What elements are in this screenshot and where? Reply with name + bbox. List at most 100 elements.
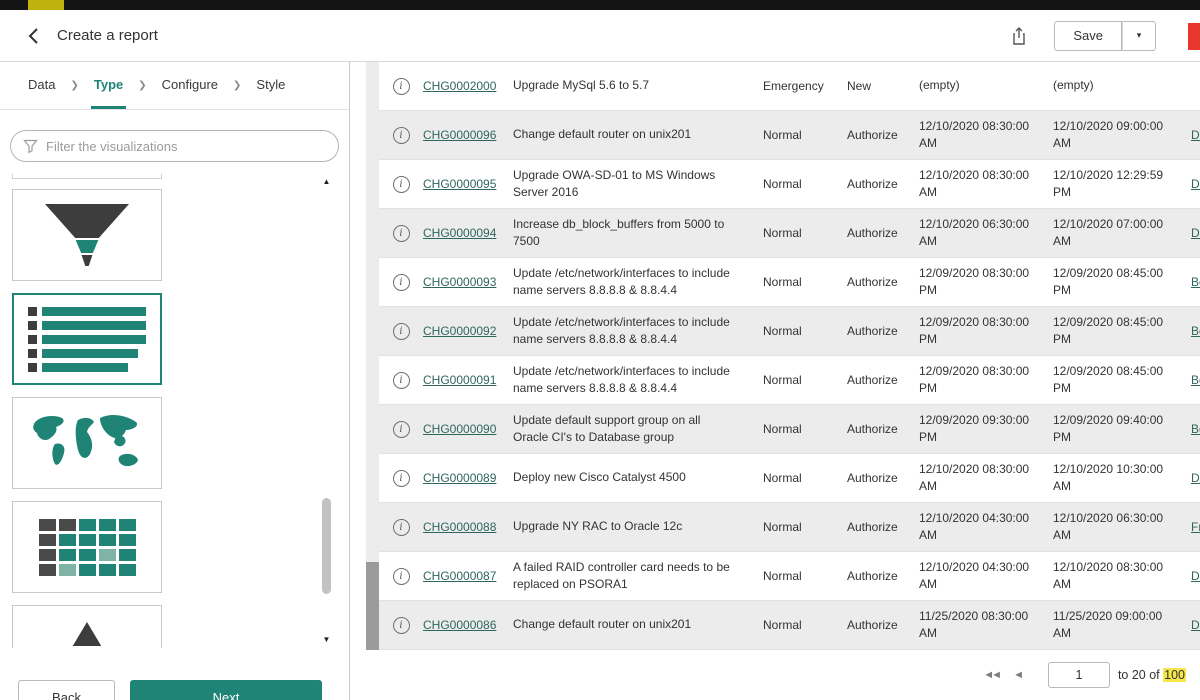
step-style[interactable]: Style — [253, 62, 288, 109]
priority-value: Normal — [749, 275, 835, 289]
assigned-to-link[interactable]: Dav — [1183, 177, 1200, 191]
info-cell: i — [379, 274, 423, 291]
change-number-link[interactable]: CHG0000092 — [423, 324, 513, 338]
info-icon[interactable]: i — [393, 274, 410, 291]
priority-value: Emergency — [749, 79, 835, 93]
assigned-to-link[interactable]: Dav — [1183, 226, 1200, 240]
info-icon[interactable]: i — [393, 470, 410, 487]
info-icon[interactable]: i — [393, 323, 410, 340]
window-accent-bar — [28, 0, 64, 10]
assigned-to-link[interactable]: Fre — [1183, 520, 1200, 534]
priority-value: Normal — [749, 226, 835, 240]
info-icon[interactable]: i — [393, 519, 410, 536]
viz-world-map-thumbnail[interactable] — [12, 397, 162, 489]
planned-start-date: 12/09/2020 08:30:00 PM — [915, 265, 1049, 300]
change-number-link[interactable]: CHG0000093 — [423, 275, 513, 289]
assigned-to-link[interactable]: Dav — [1183, 618, 1200, 632]
change-number-link[interactable]: CHG0000087 — [423, 569, 513, 583]
info-icon[interactable]: i — [393, 568, 410, 585]
assigned-to-link[interactable]: Dav — [1183, 128, 1200, 142]
back-button[interactable] — [22, 23, 45, 49]
viz-pyramid-thumbnail[interactable] — [12, 605, 162, 648]
change-number-link[interactable]: CHG0000095 — [423, 177, 513, 191]
page-number-input[interactable] — [1048, 662, 1110, 688]
short-description: A failed RAID controller card needs to b… — [513, 559, 749, 594]
save-split-button: Save ▾ — [1054, 21, 1156, 51]
change-number-link[interactable]: CHG0000090 — [423, 422, 513, 436]
step-configure[interactable]: Configure — [159, 62, 221, 109]
info-icon[interactable]: i — [393, 225, 410, 242]
info-cell: i — [379, 617, 423, 634]
state-value: Authorize — [835, 324, 915, 338]
assigned-to-link[interactable]: Bow — [1183, 324, 1200, 338]
info-cell: i — [379, 225, 423, 242]
step-type[interactable]: Type — [91, 62, 126, 109]
change-number-link[interactable]: CHG0000094 — [423, 226, 513, 240]
main-area: Data ❯ Type ❯ Configure ❯ Style — [0, 62, 1200, 700]
share-button[interactable] — [1010, 26, 1028, 46]
table-scrollbar-thumb[interactable] — [366, 562, 379, 650]
app-header: Create a report Save ▾ — [0, 10, 1200, 62]
visualization-thumbnail-partial — [12, 174, 162, 179]
scroll-down-icon[interactable]: ▼ — [320, 634, 333, 646]
info-icon[interactable]: i — [393, 176, 410, 193]
planned-end-date: 11/25/2020 09:00:00 AM — [1049, 608, 1183, 643]
planned-start-date: 12/09/2020 08:30:00 PM — [915, 314, 1049, 349]
viz-funnel-thumbnail[interactable] — [12, 189, 162, 281]
change-number-link[interactable]: CHG0000096 — [423, 128, 513, 142]
short-description: Deploy new Cisco Catalyst 4500 — [513, 469, 749, 486]
assigned-to-link[interactable]: Bow — [1183, 275, 1200, 289]
planned-end-date: (empty) — [1049, 77, 1183, 94]
state-value: Authorize — [835, 569, 915, 583]
back-step-button[interactable]: Back — [18, 680, 115, 700]
priority-value: Normal — [749, 471, 835, 485]
info-icon[interactable]: i — [393, 421, 410, 438]
change-number-link[interactable]: CHG0000089 — [423, 471, 513, 485]
scroll-up-icon[interactable]: ▲ — [320, 176, 333, 188]
pagination-bar: ◄◄ ◄ to 20 of 100 — [350, 650, 1200, 700]
change-number-link[interactable]: CHG0000086 — [423, 618, 513, 632]
assigned-to-link[interactable]: Dav — [1183, 569, 1200, 583]
assigned-to-link[interactable]: Bow — [1183, 373, 1200, 387]
short-description: Update default support group on all Orac… — [513, 412, 749, 447]
info-icon[interactable]: i — [393, 78, 410, 95]
change-number-link[interactable]: CHG0002000 — [423, 79, 513, 93]
planned-end-date: 12/10/2020 09:00:00 AM — [1049, 118, 1183, 153]
pyramid-chart-icon — [45, 622, 129, 648]
info-icon[interactable]: i — [393, 617, 410, 634]
viz-horizontal-bar-thumbnail[interactable] — [12, 293, 162, 385]
info-icon[interactable]: i — [393, 372, 410, 389]
planned-end-date: 12/09/2020 08:45:00 PM — [1049, 265, 1183, 300]
short-description: Change default router on unix201 — [513, 126, 749, 143]
step-separator-icon: ❯ — [58, 62, 90, 109]
short-description: Upgrade NY RAC to Oracle 12c — [513, 518, 749, 535]
heatmap-grid-icon — [39, 519, 136, 576]
info-icon[interactable]: i — [393, 127, 410, 144]
step-separator-icon: ❯ — [126, 62, 158, 109]
table-row: i CHG0000091 Update /etc/network/interfa… — [379, 356, 1200, 405]
assigned-to-link[interactable]: Bow — [1183, 422, 1200, 436]
state-value: New — [835, 79, 915, 93]
pagination-total: 100 — [1163, 668, 1186, 682]
assigned-to-link[interactable]: Dav — [1183, 471, 1200, 485]
table-row: i CHG0000093 Update /etc/network/interfa… — [379, 258, 1200, 307]
wizard-steps: Data ❯ Type ❯ Configure ❯ Style — [0, 62, 349, 110]
previous-page-icon[interactable]: ◄ — [1009, 667, 1028, 683]
save-menu-button[interactable]: ▾ — [1122, 21, 1156, 51]
table-row: i CHG0000086 Change default router on un… — [379, 601, 1200, 650]
visualization-list: ▲ ▼ — [0, 174, 349, 648]
viz-heatmap-thumbnail[interactable] — [12, 501, 162, 593]
step-data[interactable]: Data — [25, 62, 58, 109]
change-number-link[interactable]: CHG0000088 — [423, 520, 513, 534]
visualization-filter-input[interactable] — [46, 139, 326, 154]
visualization-list-scrollbar: ▲ ▼ — [320, 176, 333, 646]
scrollbar-thumb[interactable] — [322, 498, 331, 594]
first-page-icon[interactable]: ◄◄ — [979, 667, 1003, 683]
change-number-link[interactable]: CHG0000091 — [423, 373, 513, 387]
next-step-button[interactable]: Next — [130, 680, 322, 700]
state-value: Authorize — [835, 275, 915, 289]
change-list: i CHG0002000 Upgrade MySql 5.6 to 5.7 Em… — [379, 62, 1200, 650]
recording-indicator — [1188, 23, 1200, 50]
save-button[interactable]: Save — [1054, 21, 1122, 51]
state-value: Authorize — [835, 373, 915, 387]
